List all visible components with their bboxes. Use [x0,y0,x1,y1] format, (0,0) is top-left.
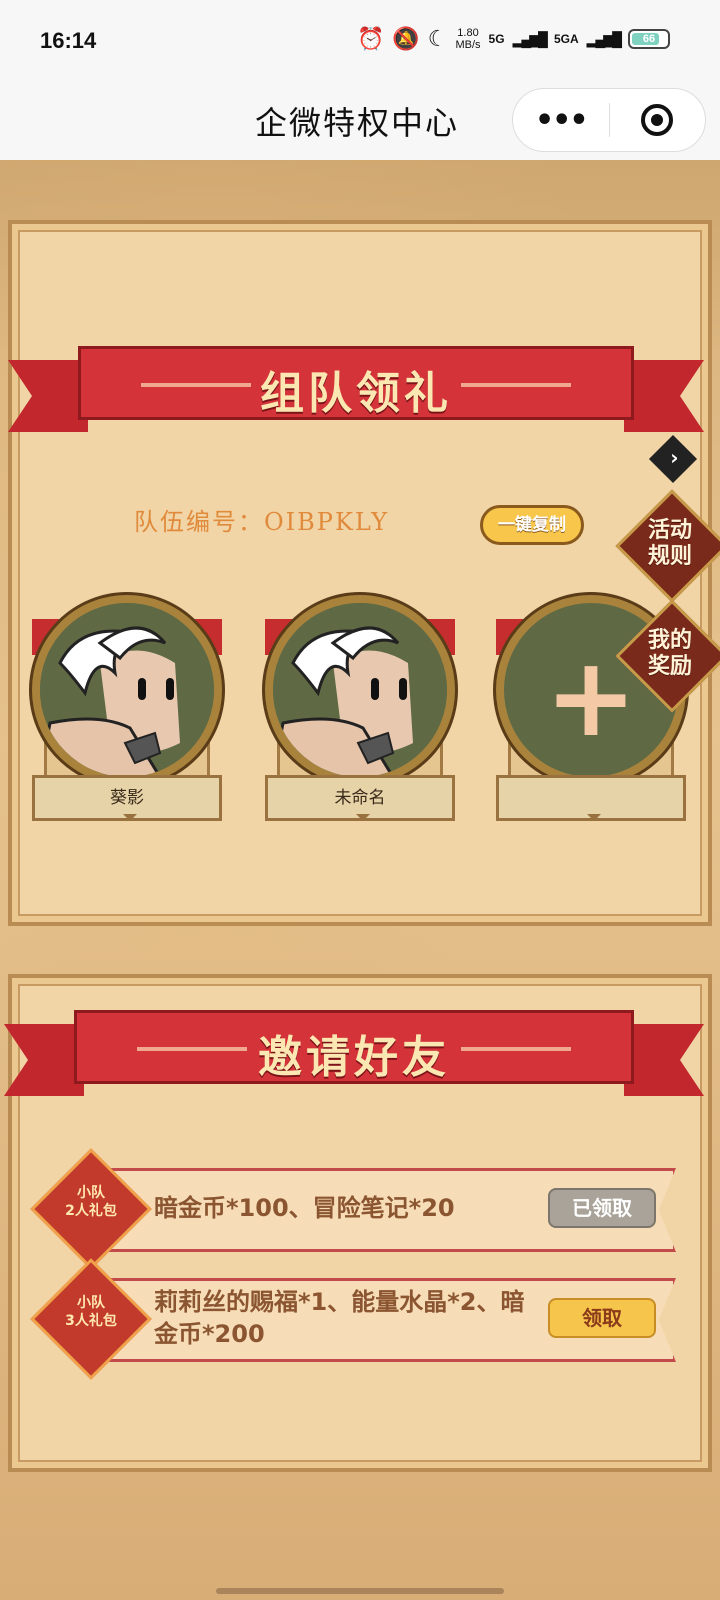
avatar-image [40,603,214,777]
avatar [265,595,455,785]
page-title: 企微特权中心 [255,104,460,142]
net-speed-value: 1.80 [457,27,479,39]
title-bar: 企微特权中心 ••• [0,84,720,160]
ribbon-tail-right [624,1024,704,1096]
team-heading: 组队领礼 [260,368,452,419]
reward-description: 暗金币*100、冒险笔记*20 [154,1194,455,1222]
reward-row: 小队 3人礼包 莉莉丝的赐福*1、能量水晶*2、暗金币*200 领取 [30,1258,676,1380]
claimed-button[interactable]: 已领取 [548,1188,656,1228]
moon-icon: ☾ [427,26,448,51]
rules-label[interactable]: 活动 规则 [622,518,718,570]
signal-icon: ▂▄▆█ [586,30,622,47]
home-indicator[interactable] [216,1588,504,1594]
close-button[interactable] [610,104,706,136]
ribbon-tail-left [8,360,88,432]
network-label-5g: 5G [488,32,505,46]
member-slot[interactable]: 未命名 [265,595,455,825]
member-name: 葵影 [32,775,222,821]
member-name: 未命名 [265,775,455,821]
net-speed: 1.80 MB/s [455,27,480,51]
reward-badge-text: 小队 3人礼包 [65,1295,117,1329]
claim-button[interactable]: 领取 [548,1298,656,1338]
battery-icon: 66 [628,29,670,49]
capsule-menu: ••• [512,88,706,152]
reward-badge-text: 小队 2人礼包 [65,1185,117,1219]
network-label-5ga: 5GA [553,32,579,46]
more-icon[interactable]: ••• [513,103,609,138]
status-bar: 16:14 ⏰ 🔕 ☾ 1.80 MB/s 5G ▂▄▆█ 5GA ▂▄▆█ 6… [0,0,720,84]
invite-ribbon: 邀请好友 [4,1010,704,1096]
ribbon-band: 邀请好友 [74,1010,634,1084]
ribbon-tail-right [624,360,704,432]
invite-heading: 邀请好友 [258,1032,450,1083]
reward-description: 莉莉丝的赐福*1、能量水晶*2、暗金币*200 [154,1288,525,1348]
alarm-icon: ⏰ [356,26,385,51]
team-id-text: 队伍编号：OIBPKLY [134,508,390,536]
signal-icon: ▂▄▆█ [512,30,548,47]
chevron-right-icon: › [670,445,679,470]
status-time: 16:14 [40,28,97,53]
my-rewards-label[interactable]: 我的 奖励 [622,628,718,680]
avatar [32,595,222,785]
net-speed-unit: MB/s [455,39,481,51]
member-name [496,775,686,821]
ribbon-band: 组队领礼 [78,346,634,420]
battery-level: 66 [642,33,656,45]
ribbon-tail-left [4,1024,84,1096]
status-icons: ⏰ 🔕 ☾ 1.80 MB/s 5G ▂▄▆█ 5GA ▂▄▆█ 66 [357,26,670,52]
member-slot[interactable]: 葵影 [32,595,222,825]
team-ribbon: 组队领礼 [8,346,704,432]
mute-bell-icon: 🔕 [392,26,420,51]
reward-row: 小队 2人礼包 暗金币*100、冒险笔记*20 已领取 [30,1148,676,1270]
avatar-image [273,603,447,777]
close-target-icon [641,104,674,136]
copy-button[interactable]: 一键复制 [480,505,584,545]
